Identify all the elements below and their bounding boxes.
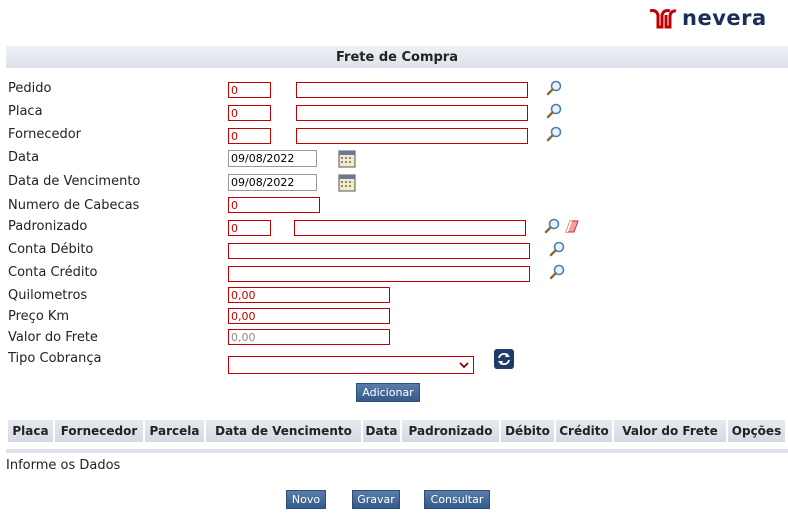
fornecedor-code-input[interactable] bbox=[228, 128, 271, 144]
conta-credito-input[interactable] bbox=[228, 266, 530, 282]
column-header-padronizado: Padronizado bbox=[402, 420, 501, 442]
numero-cabecas-input[interactable] bbox=[228, 197, 320, 213]
valor-frete-label: Valor do Frete bbox=[8, 330, 98, 345]
magnifier-icon[interactable] bbox=[549, 264, 566, 281]
fornecedor-label: Fornecedor bbox=[8, 127, 82, 142]
eraser-icon[interactable] bbox=[564, 219, 580, 234]
placa-code-input[interactable] bbox=[228, 105, 271, 121]
valor-frete-input[interactable] bbox=[228, 329, 390, 345]
column-header-data: Data bbox=[363, 420, 402, 442]
preco-km-input[interactable] bbox=[228, 308, 390, 324]
fornecedor-desc-input[interactable] bbox=[296, 128, 528, 144]
numero-cabecas-label: Numero de Cabecas bbox=[8, 198, 140, 213]
form-title: Frete de Compra bbox=[6, 46, 788, 68]
calendar-icon[interactable] bbox=[338, 173, 356, 192]
magnifier-icon[interactable] bbox=[546, 103, 563, 120]
consultar-button[interactable]: Consultar bbox=[424, 490, 490, 509]
column-header-debito: Débito bbox=[501, 420, 556, 442]
pedido-label: Pedido bbox=[8, 81, 52, 96]
refresh-icon[interactable] bbox=[494, 349, 514, 369]
items-table-header: Placa Fornecedor Parcela Data de Vencime… bbox=[8, 420, 785, 442]
data-vencimento-label: Data de Vencimento bbox=[8, 174, 141, 189]
padronizado-desc-input[interactable] bbox=[294, 220, 526, 236]
placa-label: Placa bbox=[8, 104, 43, 119]
tipo-cobranca-select[interactable] bbox=[228, 356, 474, 374]
preco-km-label: Preço Km bbox=[8, 309, 70, 324]
magnifier-icon[interactable] bbox=[546, 80, 563, 97]
placa-desc-input[interactable] bbox=[296, 105, 528, 121]
nevera-logo-icon bbox=[649, 9, 677, 29]
calendar-icon[interactable] bbox=[338, 149, 356, 168]
brand-logo: nevera bbox=[648, 6, 767, 30]
data-input[interactable] bbox=[228, 150, 317, 167]
column-header-data-vencimento: Data de Vencimento bbox=[206, 420, 363, 442]
pedido-code-input[interactable] bbox=[228, 82, 271, 98]
chevron-down-icon bbox=[459, 362, 469, 369]
padronizado-code-input[interactable] bbox=[228, 220, 271, 236]
column-header-fornecedor: Fornecedor bbox=[55, 420, 145, 442]
quilometros-label: Quilometros bbox=[8, 288, 88, 303]
conta-debito-label: Conta Débito bbox=[8, 242, 94, 257]
column-header-parcela: Parcela bbox=[145, 420, 206, 442]
magnifier-icon[interactable] bbox=[544, 218, 561, 235]
data-vencimento-input[interactable] bbox=[228, 174, 317, 191]
column-header-valor-frete: Valor do Frete bbox=[614, 420, 728, 442]
magnifier-icon[interactable] bbox=[549, 241, 566, 258]
table-divider bbox=[6, 449, 788, 453]
adicionar-button[interactable]: Adicionar bbox=[356, 383, 420, 402]
conta-debito-input[interactable] bbox=[228, 243, 530, 259]
quilometros-input[interactable] bbox=[228, 287, 390, 303]
data-label: Data bbox=[8, 150, 40, 165]
padronizado-label: Padronizado bbox=[8, 219, 88, 234]
brand-name: nevera bbox=[682, 6, 767, 30]
status-message: Informe os Dados bbox=[6, 458, 121, 473]
pedido-desc-input[interactable] bbox=[296, 82, 528, 98]
gravar-button[interactable]: Gravar bbox=[352, 490, 400, 509]
column-header-credito: Crédito bbox=[556, 420, 614, 442]
conta-credito-label: Conta Crédito bbox=[8, 265, 98, 280]
column-header-opcoes: Opções bbox=[731, 424, 782, 438]
novo-button[interactable]: Novo bbox=[286, 490, 326, 509]
magnifier-icon[interactable] bbox=[546, 126, 563, 143]
column-header-placa: Placa bbox=[8, 420, 55, 442]
tipo-cobranca-label: Tipo Cobrança bbox=[8, 351, 102, 366]
